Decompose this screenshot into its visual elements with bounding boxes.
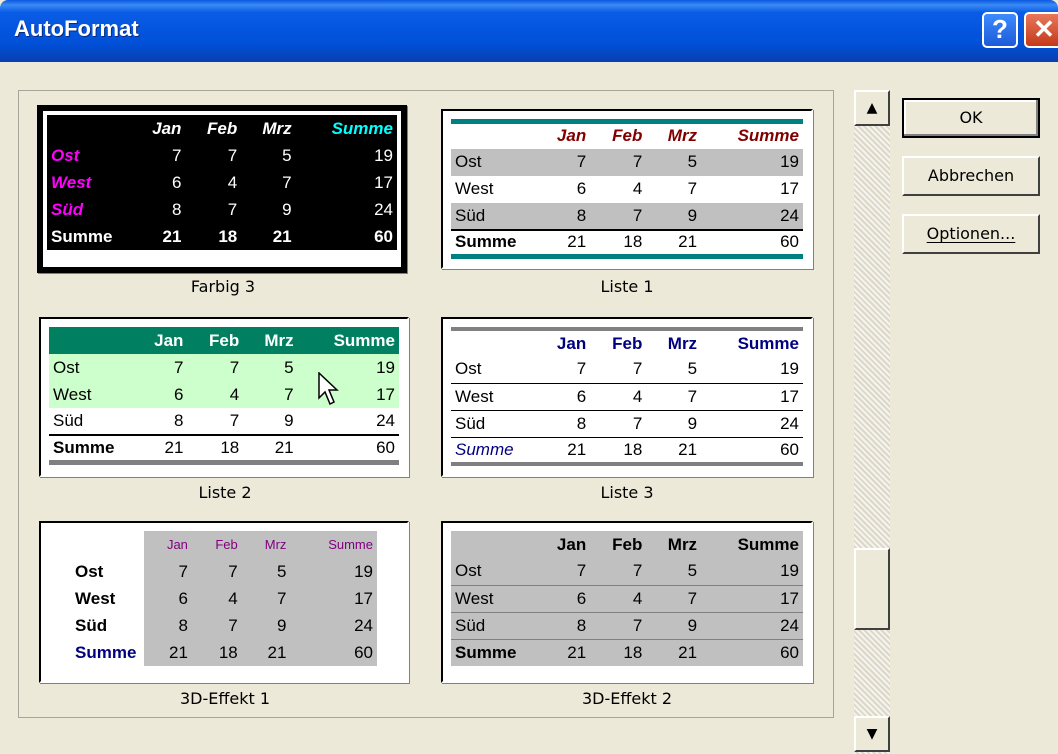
format-label-3d-effekt-1: 3D-Effekt 1 (179, 689, 271, 708)
format-preview-liste-1[interactable]: Jan Feb Mrz Summe Ost 7 7 5 19 West 6 4 7 17 Süd 8 7 9… (441, 109, 813, 269)
window-title: AutoFormat (14, 16, 139, 41)
sample-table: Jan Feb Mrz Summe Ost 7 7 5 19 West 6 4 7 17 Süd 8 7 9… (451, 119, 803, 259)
format-label-liste-3: Liste 3 (600, 483, 654, 502)
scroll-thumb[interactable] (854, 548, 890, 630)
mouse-pointer-icon (318, 372, 339, 406)
sample-table: Jan Feb Mrz Summe Ost 7 7 5 19 West 6 4 7 17 Süd 8 7 9… (49, 327, 399, 465)
sample-table: Jan Feb Mrz Summe Ost 7 7 5 19 West 6 4 7 17 Süd 8 7 9… (451, 531, 803, 666)
format-preview-3d-effekt-2[interactable]: Jan Feb Mrz Summe Ost 7 7 5 19 West 6 4 7 17 Süd 8 7 9… (441, 521, 813, 683)
format-label-farbig-3: Farbig 3 (190, 277, 256, 296)
scroll-down-button[interactable]: ▼ (854, 716, 890, 752)
format-preview-liste-3[interactable]: Jan Feb Mrz Summe Ost 7 7 5 19 West 6 4 7 17 Süd 8 7 9… (441, 317, 813, 477)
format-preview-farbig-3[interactable]: Jan Feb Mrz Summe Ost 7 7 5 19 West 6 4 7 17 Süd 8 7 9… (37, 105, 407, 273)
options-button[interactable]: Optionen... (902, 214, 1040, 254)
close-button[interactable]: ✕ (1024, 12, 1058, 48)
cancel-button[interactable]: Abbrechen (902, 156, 1040, 196)
vertical-scrollbar[interactable]: ▲ ▼ (854, 90, 890, 754)
format-label-3d-effekt-2: 3D-Effekt 2 (581, 689, 673, 708)
sample-table: Jan Feb Mrz Summe Ost 7 7 5 19 West 6 4 7 17 Süd 8 7 9… (47, 115, 397, 250)
sample-table: Jan Feb Mrz Summe Ost 7 7 5 19 West 6 4 7 17 Süd 8 7 9… (71, 531, 377, 666)
title-bar: AutoFormat ? ✕ (0, 0, 1058, 62)
options-button-label: Optionen... (926, 224, 1016, 243)
format-preview-liste-2[interactable]: Jan Feb Mrz Summe Ost 7 7 5 19 West 6 4 7 17 Süd 8 7 9… (39, 317, 409, 477)
ok-button[interactable]: OK (902, 98, 1040, 138)
help-button[interactable]: ? (982, 12, 1018, 48)
sample-table: Jan Feb Mrz Summe Ost 7 7 5 19 West 6 4 7 17 Süd 8 7 9… (451, 327, 803, 466)
format-preview-3d-effekt-1[interactable]: Jan Feb Mrz Summe Ost 7 7 5 19 West 6 4 7 17 Süd 8 7 9… (39, 521, 409, 683)
format-label-liste-2: Liste 2 (198, 483, 252, 502)
format-gallery: Jan Feb Mrz Summe Ost 7 7 5 19 West 6 4 7 17 Süd 8 7 9… (18, 90, 834, 718)
format-label-liste-1: Liste 1 (600, 277, 654, 296)
scroll-up-button[interactable]: ▲ (854, 90, 890, 126)
